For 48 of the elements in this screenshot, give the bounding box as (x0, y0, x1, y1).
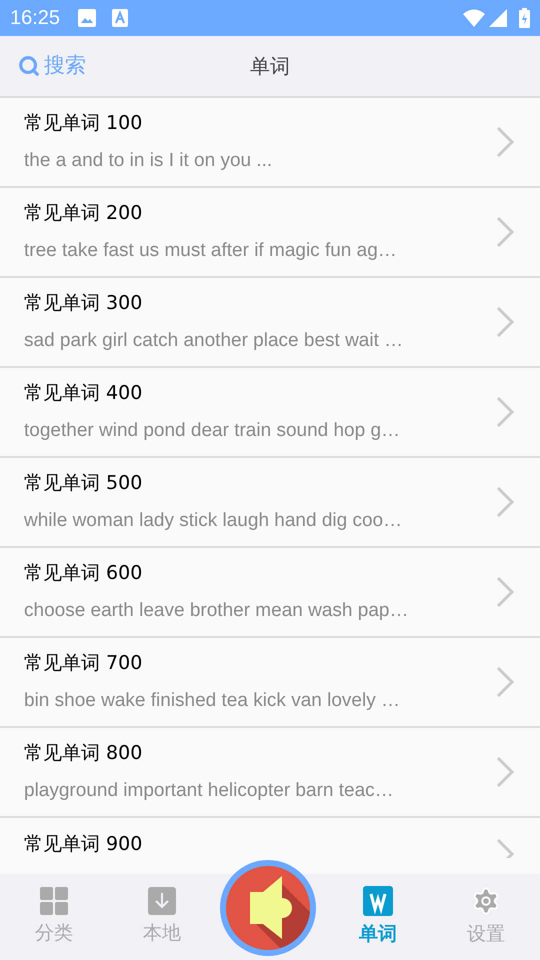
word-list-item[interactable]: 常见单词 700 bin shoe wake finished tea kick van lovely … (0, 638, 540, 728)
list-subtitle: bin shoe wake finished tea kick van lovely … (24, 689, 401, 713)
list-subtitle: choose earth leave brother mean wash pap… (24, 599, 410, 623)
chevron-icon (496, 576, 514, 608)
signal-icon (489, 9, 507, 27)
list-subtitle: the a and to in is I it on you ... (24, 149, 274, 173)
list-title: 常见单词 200 (24, 200, 144, 226)
chevron-icon (496, 838, 514, 858)
clock: 16:25 (10, 6, 60, 31)
list-title: 常见单词 100 (24, 110, 144, 136)
chevron-icon (496, 666, 514, 698)
word-list-item[interactable]: 常见单词 900 (0, 818, 540, 858)
chevron-icon (496, 216, 514, 248)
list-subtitle: together wind pond dear train sound hop g… (24, 419, 402, 443)
battery-icon (519, 8, 530, 28)
list-subtitle: playground important helicopter barn teac… (24, 779, 395, 803)
chevron-icon (496, 396, 514, 428)
list-subtitle: while woman lady stick laugh hand dig coo… (24, 509, 404, 533)
word-list-item[interactable]: 常见单词 500 while woman lady stick laugh hand dig coo… (0, 458, 540, 548)
word-list-item[interactable]: 常见单词 400 together wind pond dear train sound hop g… (0, 368, 540, 458)
chevron-icon (496, 126, 514, 158)
download-icon (148, 886, 176, 915)
chevron-icon (496, 756, 514, 788)
word-list-item[interactable]: 常见单词 800 playground important helicopter barn teac… (0, 728, 540, 818)
list-title: 常见单词 700 (24, 650, 144, 676)
list-title: 常见单词 400 (24, 380, 144, 406)
image-icon (78, 9, 96, 27)
search-icon (18, 55, 40, 77)
list-subtitle: sad park girl catch another place best wait … (24, 329, 404, 353)
list-title: 常见单词 500 (24, 470, 144, 496)
list-title: 常见单词 900 (24, 832, 144, 857)
grid-icon (40, 886, 68, 915)
list-title: 常见单词 300 (24, 290, 144, 316)
word-list-item[interactable]: 常见单词 100 the a and to in is I it on you ... (0, 98, 540, 188)
speaker-icon (226, 866, 310, 950)
page-title: 单词 (250, 53, 290, 80)
list-title: 常见单词 600 (24, 560, 144, 586)
w-logo-icon (363, 886, 393, 916)
word-list-item[interactable]: 常见单词 200 tree take fast us must after if magic fun ag… (0, 188, 540, 278)
word-list-item[interactable]: 常见单词 300 sad park girl catch another place best wait … (0, 278, 540, 368)
list-title: 常见单词 800 (24, 740, 144, 766)
list-subtitle: tree take fast us must after if magic fun ag… (24, 239, 398, 263)
settings-icon (471, 886, 501, 916)
chevron-icon (496, 486, 514, 518)
text-notification-icon (112, 9, 128, 27)
wifi-icon (463, 9, 485, 27)
word-list-item[interactable]: 常见单词 600 choose earth leave brother mean wash pap… (0, 548, 540, 638)
chevron-icon (496, 306, 514, 338)
